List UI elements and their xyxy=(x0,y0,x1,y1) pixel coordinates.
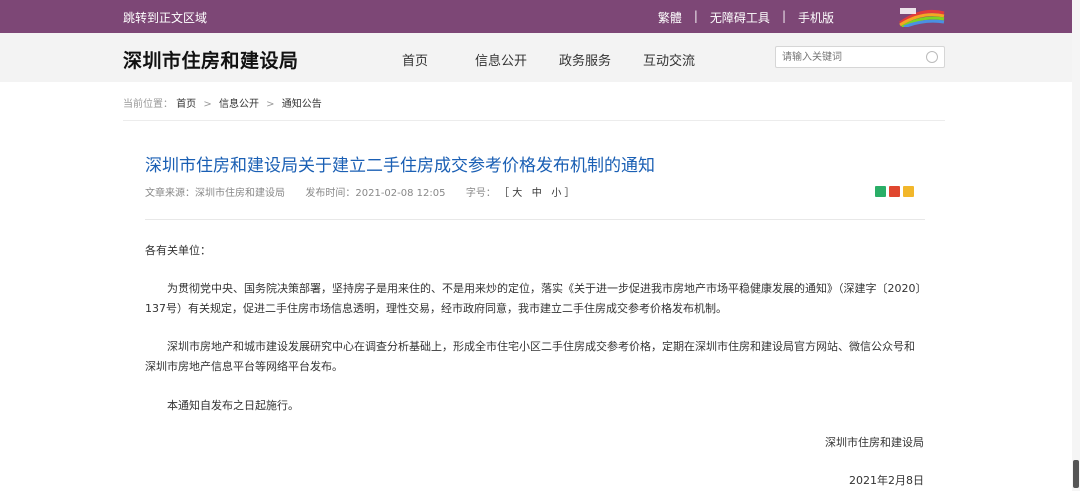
site-title[interactable]: 深圳市住房和建设局 xyxy=(123,46,299,73)
qzone-share-icon[interactable] xyxy=(903,186,914,197)
breadcrumb-notices[interactable]: 通知公告 xyxy=(282,99,322,110)
search-input[interactable] xyxy=(782,50,922,64)
search-box xyxy=(775,46,945,68)
nav-home[interactable]: 首页 xyxy=(402,50,475,69)
search-icon[interactable] xyxy=(925,50,939,64)
breadcrumb-info-disclosure[interactable]: 信息公开 xyxy=(219,99,259,110)
divider xyxy=(145,219,925,220)
skip-to-content-link[interactable]: 跳转到正文区域 xyxy=(123,9,207,26)
top-bar: 跳转到正文区域 繁體 | 无障碍工具 | 手机版 xyxy=(0,0,1080,33)
scrollbar-thumb[interactable] xyxy=(1073,460,1079,488)
font-size-bracket: ［ xyxy=(499,188,510,199)
breadcrumb-home[interactable]: 首页 xyxy=(176,99,196,110)
main-nav: 首页 信息公开 政务服务 互动交流 xyxy=(402,50,695,69)
scrollbar[interactable] xyxy=(1072,0,1080,491)
font-size-label: 字号： xyxy=(465,188,496,199)
top-links: 繁體 | 无障碍工具 | 手机版 xyxy=(658,9,834,26)
article-title: 深圳市住房和建设局关于建立二手住房成交参考价格发布机制的通知 xyxy=(145,156,655,176)
weibo-share-icon[interactable] xyxy=(889,186,900,197)
separator: | xyxy=(693,9,698,23)
font-size-medium[interactable]: 中 xyxy=(532,188,542,199)
share-icons xyxy=(875,186,914,197)
source-value: 深圳市住房和建设局 xyxy=(195,188,285,199)
source-label: 文章来源： xyxy=(145,188,195,199)
breadcrumb: 当前位置： 首页 > 信息公开 > 通知公告 xyxy=(123,95,322,110)
wechat-share-icon[interactable] xyxy=(875,186,886,197)
traditional-chinese-link[interactable]: 繁體 xyxy=(658,9,682,26)
nav-government-services[interactable]: 政务服务 xyxy=(559,50,643,69)
signature-org: 深圳市住房和建设局 xyxy=(825,436,924,449)
font-size-bracket: ］ xyxy=(564,188,575,199)
salutation: 各有关单位： xyxy=(145,244,211,257)
nav-interaction[interactable]: 互动交流 xyxy=(643,50,695,69)
date-label: 发布时间： xyxy=(305,188,356,199)
signature-date: 2021年2月8日 xyxy=(849,474,924,487)
font-size-large[interactable]: 大 xyxy=(512,188,522,199)
mobile-version-link[interactable]: 手机版 xyxy=(798,9,834,26)
accessibility-tools-link[interactable]: 无障碍工具 xyxy=(710,9,770,26)
rainbow-logo-icon[interactable] xyxy=(898,5,946,27)
paragraph: 本通知自发布之日起施行。 xyxy=(167,399,299,412)
paragraph: 为贯彻党中央、国务院决策部署，坚持房子是用来住的、不是用来炒的定位，落实《关于进… xyxy=(145,282,921,315)
breadcrumb-arrow: > xyxy=(266,99,275,110)
separator: | xyxy=(781,9,786,23)
font-size-small[interactable]: 小 xyxy=(551,188,561,199)
paragraph: 深圳市房地产和城市建设发展研究中心在调查分析基础上，形成全市住宅小区二手住房成交… xyxy=(145,340,915,373)
breadcrumb-label: 当前位置： xyxy=(123,99,173,110)
date-value: 2021-02-08 12:05 xyxy=(355,188,446,199)
nav-info-disclosure[interactable]: 信息公开 xyxy=(475,50,559,69)
breadcrumb-arrow: > xyxy=(203,99,212,110)
article-meta: 文章来源：深圳市住房和建设局 发布时间：2021-02-08 12:05 字号：… xyxy=(145,184,575,199)
